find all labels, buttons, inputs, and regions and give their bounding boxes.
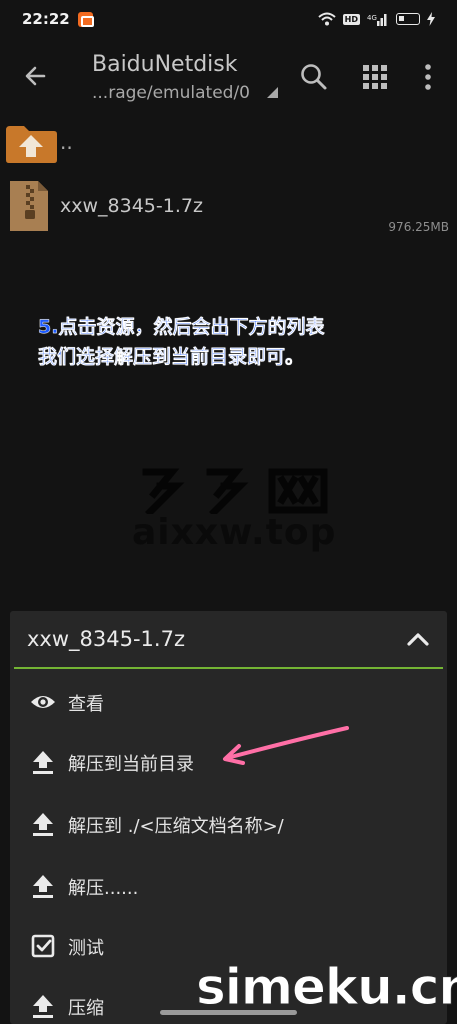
watermark-logo-glyphs <box>142 468 328 514</box>
app-title: BaiduNetdisk <box>92 52 238 77</box>
menu-item-label: 压缩 <box>68 998 104 1019</box>
more-vert-icon[interactable] <box>416 60 440 94</box>
tutorial-annotation: 5.点击资源，然后会出下方的列表 我们选择解压到当前目录即可。 <box>38 312 438 372</box>
upload-icon <box>33 875 53 898</box>
status-time: 22:22 <box>22 10 70 28</box>
parent-folder-label: .. <box>60 130 73 154</box>
status-bar: 22:22 HD 4G <box>0 0 457 38</box>
list-item-file[interactable]: xxw_8345-1.7z 976.25MB <box>0 175 457 239</box>
back-arrow-icon[interactable] <box>18 58 54 94</box>
notification-app-icon <box>77 11 94 27</box>
menu-item-label: 测试 <box>68 938 104 959</box>
charging-icon <box>427 12 435 26</box>
menu-item-extract-custom[interactable]: 解压...... <box>10 855 447 915</box>
watermark-domain: aixxw.top <box>132 512 337 553</box>
svg-text:4G: 4G <box>367 14 377 22</box>
menu-item-extract-to-folder[interactable]: 解压到 ./<压缩文档名称>/ <box>10 793 447 853</box>
menu-item-label: 解压到 ./<压缩文档名称>/ <box>68 816 284 837</box>
annotation-line-1: 5.点击资源，然后会出下方的列表 <box>38 316 325 338</box>
list-item-parent-folder[interactable]: .. <box>0 120 457 170</box>
battery-icon <box>396 13 420 25</box>
search-icon[interactable] <box>297 60 331 94</box>
app-bar: BaiduNetdisk ...rage/emulated/0 <box>0 38 457 118</box>
checkbox-icon <box>31 934 55 958</box>
folder-up-icon <box>6 126 57 163</box>
wifi-icon <box>317 12 336 26</box>
watermark-bottom: simeku.cn <box>196 958 457 1017</box>
path-label[interactable]: ...rage/emulated/0 <box>92 83 250 103</box>
upload-icon <box>33 751 53 774</box>
eye-icon <box>31 696 55 708</box>
sheet-title: xxw_8345-1.7z <box>27 627 185 651</box>
status-icons: HD 4G <box>317 12 435 26</box>
signal-icon: 4G <box>367 14 387 26</box>
sheet-header: xxw_8345-1.7z <box>10 611 447 669</box>
hd-badge: HD <box>342 13 360 25</box>
archive-file-icon <box>10 181 48 231</box>
chevron-up-icon[interactable] <box>403 624 433 654</box>
upload-icon <box>33 813 53 836</box>
upload-icon <box>33 995 53 1018</box>
pointer-arrow-annotation <box>223 726 349 765</box>
file-size: 976.25MB <box>388 220 449 234</box>
grid-view-icon[interactable] <box>358 60 392 94</box>
path-dropdown-icon[interactable] <box>266 86 280 100</box>
menu-item-label: 解压...... <box>68 878 139 899</box>
annotation-line-2: 我们选择解压到当前目录即可。 <box>38 346 305 368</box>
sheet-divider <box>14 667 443 669</box>
file-name: xxw_8345-1.7z <box>60 195 203 217</box>
menu-item-label: 解压到当前目录 <box>68 754 194 775</box>
menu-item-label: 查看 <box>68 694 104 715</box>
